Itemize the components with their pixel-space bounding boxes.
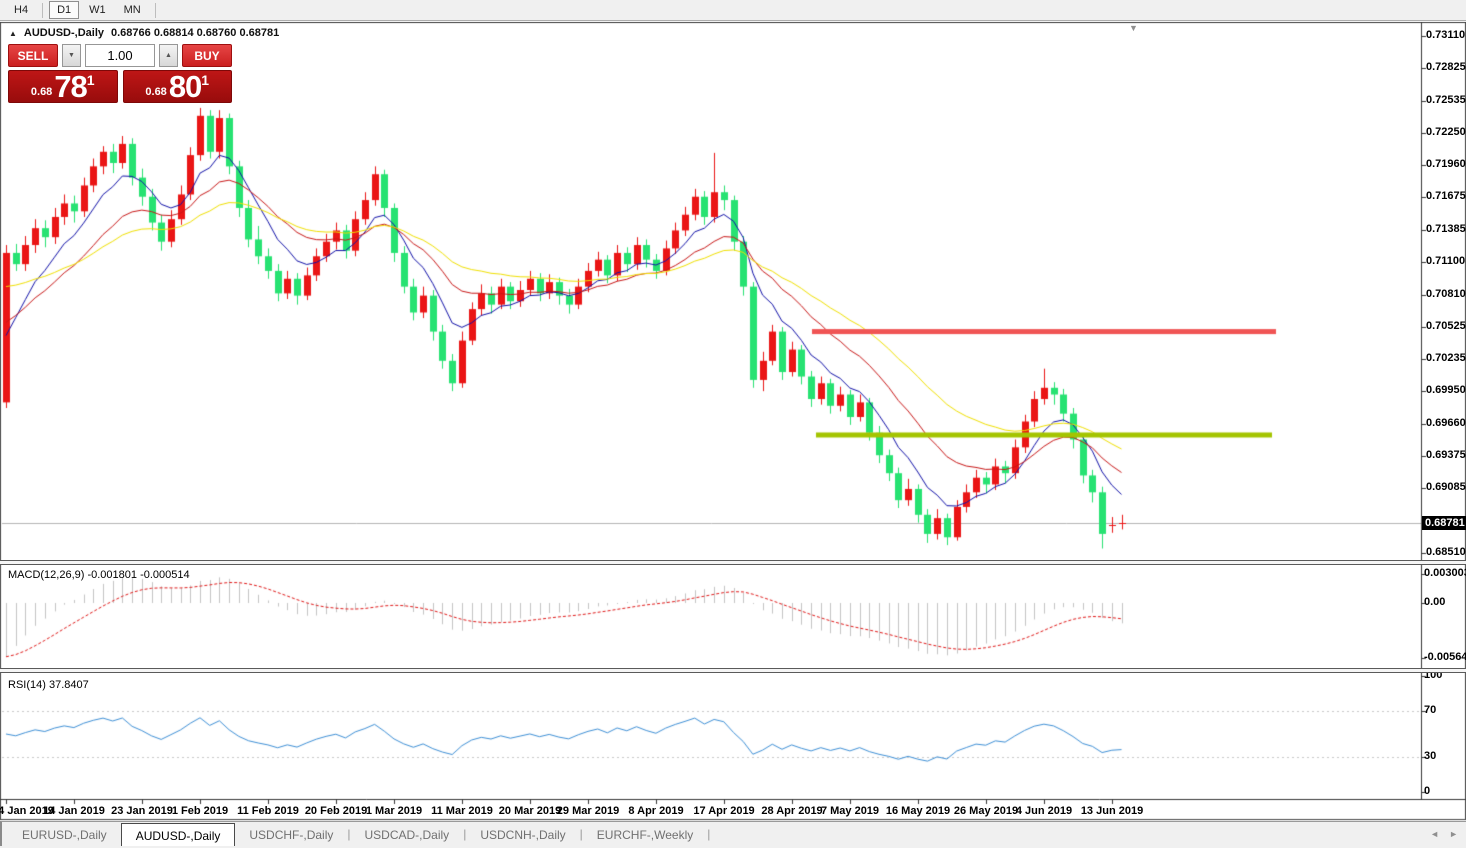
tab-scroll-left-icon[interactable]: ◄ bbox=[1430, 829, 1439, 839]
chart-title: ▲ AUDUSD-,Daily 0.68766 0.68814 0.68760 … bbox=[9, 27, 279, 39]
volume-decrease-button[interactable]: ▼ bbox=[62, 44, 81, 67]
current-price-tag: 0.68781 bbox=[1422, 516, 1466, 530]
sell-price-pip-digit: 1 bbox=[87, 72, 95, 88]
trade-panel-prices: 0.68781 0.68801 bbox=[8, 70, 232, 103]
buy-price-pip-digit: 1 bbox=[201, 72, 209, 88]
sell-price-big-digits: 78 bbox=[54, 71, 86, 103]
toolbar-separator bbox=[155, 3, 156, 18]
sell-price-display[interactable]: 0.68781 bbox=[8, 70, 118, 103]
macd-indicator-label: MACD(12,26,9) -0.001801 -0.000514 bbox=[8, 569, 190, 581]
volume-increase-button[interactable]: ▲ bbox=[159, 44, 178, 67]
trade-panel-row: SELL ▼ ▲ BUY bbox=[8, 44, 232, 67]
toolbar-separator bbox=[42, 3, 43, 18]
chart-canvas[interactable] bbox=[0, 22, 1466, 822]
sell-price-prefix: 0.68 bbox=[31, 86, 52, 98]
macd-panel-splitter[interactable] bbox=[0, 560, 1466, 565]
timeframe-button-mn[interactable]: MN bbox=[116, 1, 149, 19]
chart-tab-bar: EURUSD-,DailyAUDUSD-,DailyUSDCHF-,Daily |… bbox=[0, 821, 1466, 846]
tab-separator: | bbox=[707, 827, 710, 841]
rsi-panel-splitter[interactable] bbox=[0, 668, 1466, 673]
one-click-trading-panel: SELL ▼ ▲ BUY 0.68781 0.68801 bbox=[8, 44, 232, 103]
buy-price-big-digits: 80 bbox=[169, 71, 201, 103]
chart-ohlc-values: 0.68766 0.68814 0.68760 0.68781 bbox=[111, 27, 279, 39]
chart-tab-usdcnh[interactable]: USDCNH-,Daily bbox=[466, 822, 579, 846]
rsi-indicator-label: RSI(14) 37.8407 bbox=[8, 679, 89, 691]
collapse-chart-icon[interactable]: ▲ bbox=[9, 29, 17, 38]
timeframe-button-h4[interactable]: H4 bbox=[6, 1, 36, 19]
chart-shift-marker-icon[interactable]: ▼ bbox=[1129, 23, 1138, 33]
volume-input[interactable] bbox=[85, 44, 155, 67]
tab-scroll-right-icon[interactable]: ► bbox=[1449, 829, 1458, 839]
timeframe-button-w1[interactable]: W1 bbox=[81, 1, 114, 19]
tab-scroll-controls: ◄ ► bbox=[1430, 829, 1458, 839]
chart-tab-eurusd[interactable]: EURUSD-,Daily bbox=[8, 822, 121, 846]
buy-button[interactable]: BUY bbox=[182, 44, 232, 67]
chart-tab-audusd[interactable]: AUDUSD-,Daily bbox=[121, 823, 236, 846]
timeframe-toolbar: H4 D1W1MN bbox=[0, 0, 1466, 21]
chart-tab-usdchf[interactable]: USDCHF-,Daily bbox=[235, 822, 347, 846]
sell-button[interactable]: SELL bbox=[8, 44, 58, 67]
chart-tab-usdcad[interactable]: USDCAD-,Daily bbox=[351, 822, 464, 846]
chart-tab-eurchf[interactable]: EURCHF-,Weekly bbox=[583, 822, 707, 846]
buy-price-display[interactable]: 0.68801 bbox=[123, 70, 233, 103]
buy-price-prefix: 0.68 bbox=[145, 86, 166, 98]
trading-platform: { "toolbar": { "timeframes": [ {"label":… bbox=[0, 0, 1466, 848]
chart-symbol-label: AUDUSD-,Daily bbox=[24, 27, 104, 39]
timeframe-button-d1[interactable]: D1 bbox=[49, 1, 79, 19]
